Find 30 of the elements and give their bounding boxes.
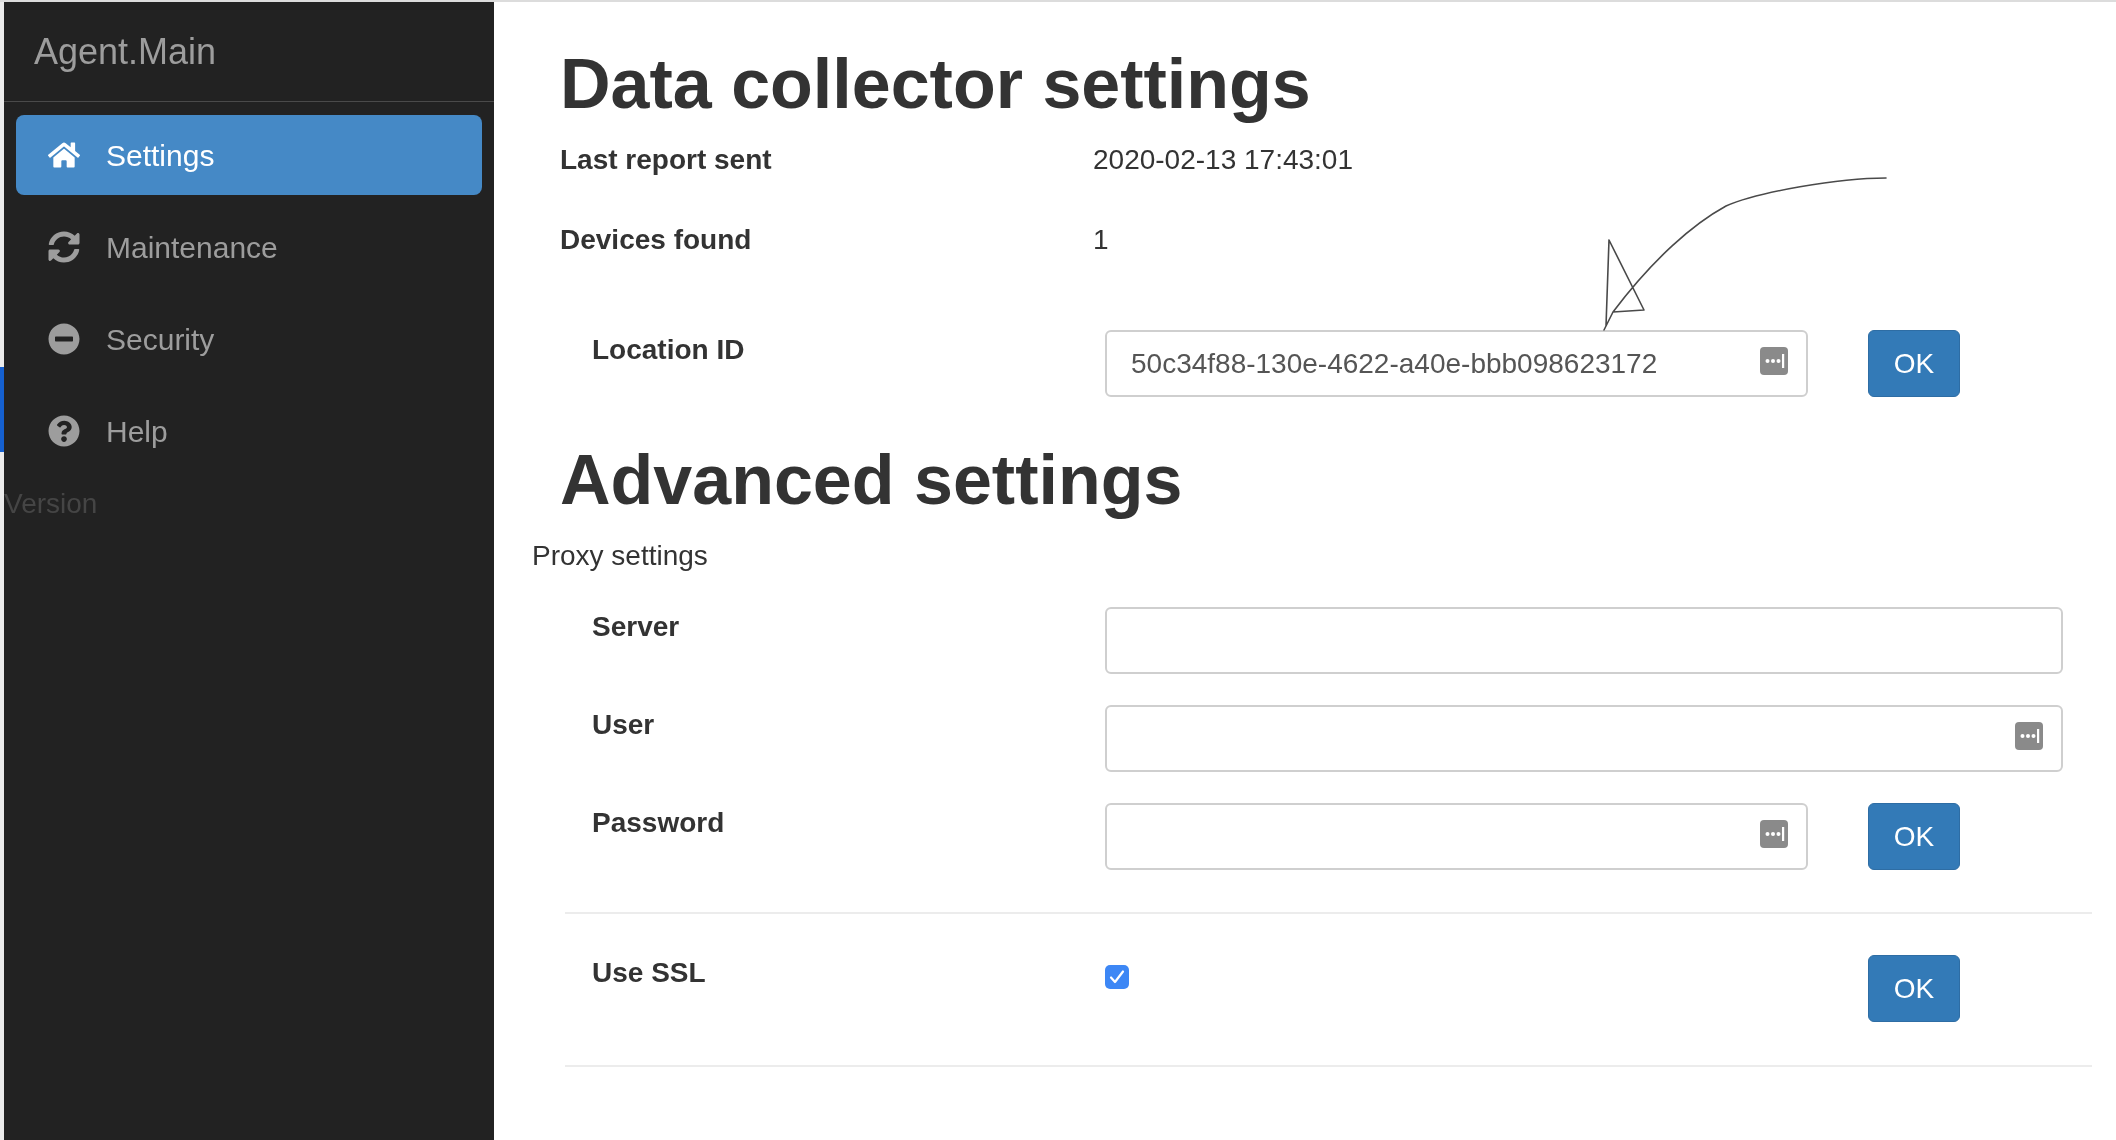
- text-input-field[interactable]: [1105, 705, 2063, 772]
- sidebar-item[interactable]: Help: [16, 391, 482, 471]
- text-input-field[interactable]: [1105, 607, 2063, 674]
- field-label: Location ID: [592, 334, 745, 365]
- refresh-icon: [48, 231, 80, 263]
- ssl-checkbox[interactable]: [1105, 965, 1129, 989]
- ok-button[interactable]: OK: [1868, 955, 1960, 1022]
- info-value: 2020-02-13 17:43:01: [1093, 143, 1353, 177]
- subsection-title: Proxy settings: [532, 539, 708, 573]
- section-heading: Advanced settings: [560, 440, 1183, 520]
- ok-button[interactable]: OK: [1868, 330, 1960, 397]
- info-label: Devices found: [560, 224, 752, 255]
- sidebar-item[interactable]: Settings: [16, 115, 482, 195]
- ok-button[interactable]: OK: [1868, 803, 1960, 870]
- text-input-field[interactable]: [1105, 803, 1808, 870]
- field-label: Server: [592, 611, 680, 642]
- field-label: Use SSL: [592, 957, 706, 988]
- info-label: Last report sent: [560, 144, 772, 175]
- password-dots-icon[interactable]: [1760, 820, 1788, 848]
- field-label: Password: [592, 807, 725, 838]
- password-dots-icon[interactable]: [2015, 722, 2043, 750]
- field-label: User: [592, 709, 655, 740]
- info-value: 1: [1093, 223, 1109, 257]
- checkmark-icon: [1109, 969, 1125, 985]
- location-id-field[interactable]: 50c34f88-130e-4622-a40e-bbb098623172: [1105, 330, 1808, 397]
- sidebar-item[interactable]: Security: [16, 299, 482, 379]
- page-heading: Data collector settings: [560, 44, 1311, 124]
- brand-title: Agent.Main: [34, 29, 217, 74]
- password-dots-icon[interactable]: [1760, 347, 1788, 375]
- sidebar-item[interactable]: Maintenance: [16, 207, 482, 287]
